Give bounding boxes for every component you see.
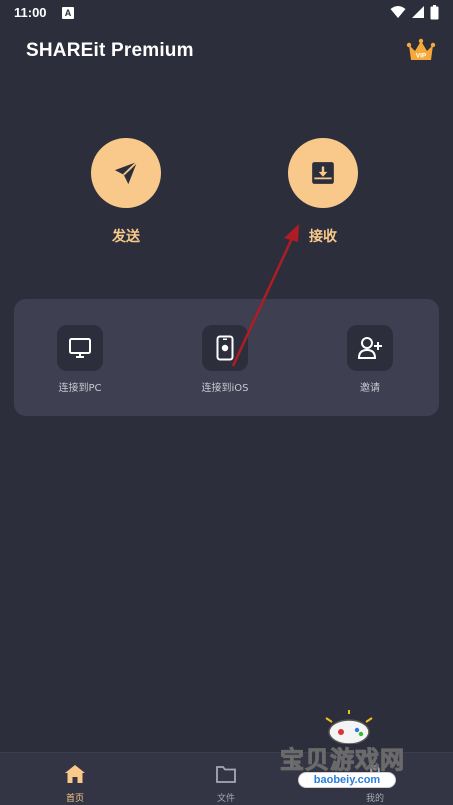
watermark-logo: 宝贝游戏网 baobeiy.com [276, 710, 426, 805]
nav-home-label: 首页 [65, 794, 84, 804]
invite-label: 邀请 [360, 383, 380, 394]
notification-icon: A [62, 7, 74, 19]
invite-button[interactable]: 邀请 [310, 325, 430, 394]
app-title: SHAREit Premium [26, 40, 194, 61]
nav-files[interactable]: 文件 [186, 763, 266, 804]
wifi-icon [390, 6, 406, 18]
connect-ios-label: 连接到iOS [201, 383, 249, 394]
connect-pc-icon-tile[interactable] [57, 325, 103, 371]
download-box-icon [312, 162, 334, 184]
status-icons [390, 5, 439, 21]
crown-icon[interactable]: VIP [406, 38, 436, 64]
gamepad-mascot-icon [325, 710, 373, 744]
connect-pc-label: 连接到PC [58, 383, 102, 394]
receive-circle[interactable] [288, 138, 358, 208]
paper-plane-icon [114, 161, 138, 185]
folder-icon [216, 766, 236, 783]
send-button[interactable]: 发送 [91, 138, 161, 246]
connect-pc-button[interactable]: 连接到PC [20, 325, 140, 394]
send-circle[interactable] [91, 138, 161, 208]
watermark-url: baobeiy.com [298, 772, 396, 788]
connect-card: 连接到PC 连接到iOS 邀请 [14, 299, 439, 416]
add-user-icon [357, 337, 382, 359]
battery-icon [430, 5, 439, 20]
watermark-text: 宝贝游戏网 [280, 746, 405, 775]
nav-files-label: 文件 [216, 794, 235, 804]
home-icon [65, 765, 85, 783]
invite-icon-tile[interactable] [347, 325, 393, 371]
receive-button[interactable]: 接收 [288, 138, 358, 246]
iphone-icon [216, 335, 234, 361]
connect-ios-button[interactable]: 连接到iOS [165, 325, 285, 394]
nav-home[interactable]: 首页 [35, 763, 115, 804]
status-time: 11:00 [14, 5, 47, 20]
monitor-icon [69, 338, 91, 358]
send-label: 发送 [112, 229, 140, 245]
vip-badge: VIP [416, 53, 427, 60]
signal-icon [411, 6, 424, 18]
status-bar: 11:00 A [0, 0, 453, 26]
receive-label: 接收 [309, 229, 337, 245]
connect-ios-icon-tile[interactable] [202, 325, 248, 371]
